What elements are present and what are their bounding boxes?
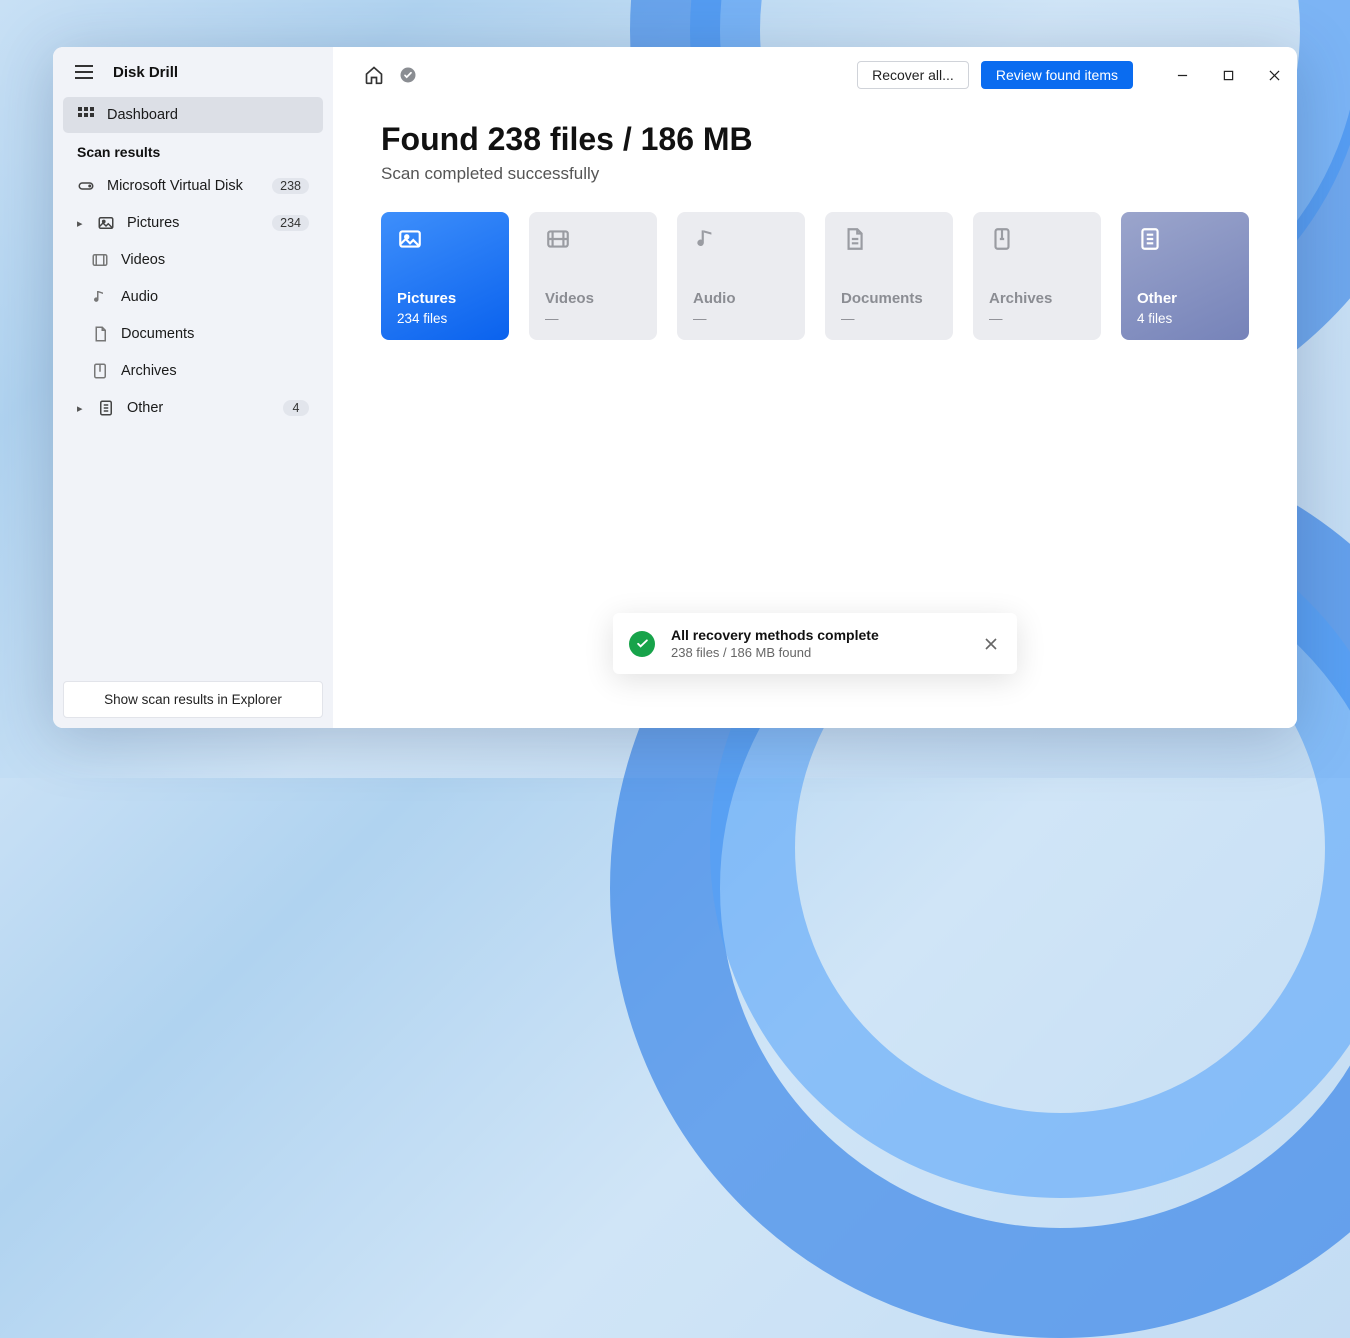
music-note-icon <box>693 226 789 266</box>
nav-archives[interactable]: Archives <box>63 353 323 389</box>
archive-icon <box>989 226 1085 266</box>
file-icon <box>1137 226 1233 266</box>
titlebar: Recover all... Review found items <box>333 47 1297 103</box>
toast-notification: All recovery methods complete 238 files … <box>613 613 1017 674</box>
window-minimize-button[interactable] <box>1159 57 1205 93</box>
card-count: — <box>841 311 937 326</box>
verified-icon[interactable] <box>397 64 419 86</box>
count-badge: 4 <box>283 400 309 416</box>
card-title: Other <box>1137 290 1233 307</box>
toast-subtitle: 238 files / 186 MB found <box>671 645 965 660</box>
card-count: — <box>989 311 1085 326</box>
card-count: 4 files <box>1137 311 1233 326</box>
home-icon[interactable] <box>363 64 385 86</box>
nav-documents[interactable]: Documents <box>63 316 323 352</box>
count-badge: 234 <box>272 215 309 231</box>
nav-disk[interactable]: Microsoft Virtual Disk 238 <box>63 168 323 204</box>
toast-close-button[interactable] <box>981 634 1001 654</box>
disk-icon <box>77 177 95 195</box>
hamburger-menu-icon[interactable] <box>71 61 97 83</box>
review-found-items-button[interactable]: Review found items <box>981 61 1133 89</box>
image-icon <box>397 226 493 266</box>
nav-section-label: Scan results <box>63 134 323 168</box>
card-title: Videos <box>545 290 641 307</box>
category-cards: Pictures 234 files Videos — Audio — <box>381 212 1249 340</box>
file-icon <box>97 399 115 417</box>
page-heading: Found 238 files / 186 MB <box>381 121 1249 158</box>
nav-pictures[interactable]: ▸ Pictures 234 <box>63 205 323 241</box>
nav-label: Audio <box>121 289 309 305</box>
recover-all-button[interactable]: Recover all... <box>857 61 969 89</box>
document-icon <box>841 226 937 266</box>
card-count: — <box>545 311 641 326</box>
video-icon <box>91 251 109 269</box>
card-audio[interactable]: Audio — <box>677 212 805 340</box>
nav-dashboard[interactable]: Dashboard <box>63 97 323 133</box>
nav-audio[interactable]: Audio <box>63 279 323 315</box>
archive-icon <box>91 362 109 380</box>
main-panel: Recover all... Review found items Found … <box>333 47 1297 728</box>
check-circle-icon <box>629 631 655 657</box>
toast-title: All recovery methods complete <box>671 627 965 643</box>
card-title: Pictures <box>397 290 493 307</box>
show-in-explorer-button[interactable]: Show scan results in Explorer <box>63 681 323 718</box>
page-subtitle: Scan completed successfully <box>381 164 1249 184</box>
video-icon <box>545 226 641 266</box>
app-window: Disk Drill Dashboard Scan results Micros… <box>53 47 1297 728</box>
nav-label: Documents <box>121 326 309 342</box>
chevron-right-icon: ▸ <box>77 217 91 230</box>
nav-label: Microsoft Virtual Disk <box>107 178 260 194</box>
music-note-icon <box>91 288 109 306</box>
card-count: — <box>693 311 789 326</box>
nav-label: Other <box>127 400 271 416</box>
window-maximize-button[interactable] <box>1205 57 1251 93</box>
nav-other[interactable]: ▸ Other 4 <box>63 390 323 426</box>
nav-label: Pictures <box>127 215 260 231</box>
card-archives[interactable]: Archives — <box>973 212 1101 340</box>
card-videos[interactable]: Videos — <box>529 212 657 340</box>
document-icon <box>91 325 109 343</box>
card-title: Audio <box>693 290 789 307</box>
card-other[interactable]: Other 4 files <box>1121 212 1249 340</box>
window-close-button[interactable] <box>1251 57 1297 93</box>
card-count: 234 files <box>397 311 493 326</box>
sidebar: Disk Drill Dashboard Scan results Micros… <box>53 47 333 728</box>
app-title: Disk Drill <box>113 64 178 81</box>
nav-label: Archives <box>121 363 309 379</box>
chevron-right-icon: ▸ <box>77 402 91 415</box>
image-icon <box>97 214 115 232</box>
card-title: Documents <box>841 290 937 307</box>
nav-label: Dashboard <box>107 107 309 123</box>
card-pictures[interactable]: Pictures 234 files <box>381 212 509 340</box>
card-documents[interactable]: Documents — <box>825 212 953 340</box>
count-badge: 238 <box>272 178 309 194</box>
nav-label: Videos <box>121 252 309 268</box>
grid-icon <box>77 106 95 124</box>
card-title: Archives <box>989 290 1085 307</box>
nav-videos[interactable]: Videos <box>63 242 323 278</box>
